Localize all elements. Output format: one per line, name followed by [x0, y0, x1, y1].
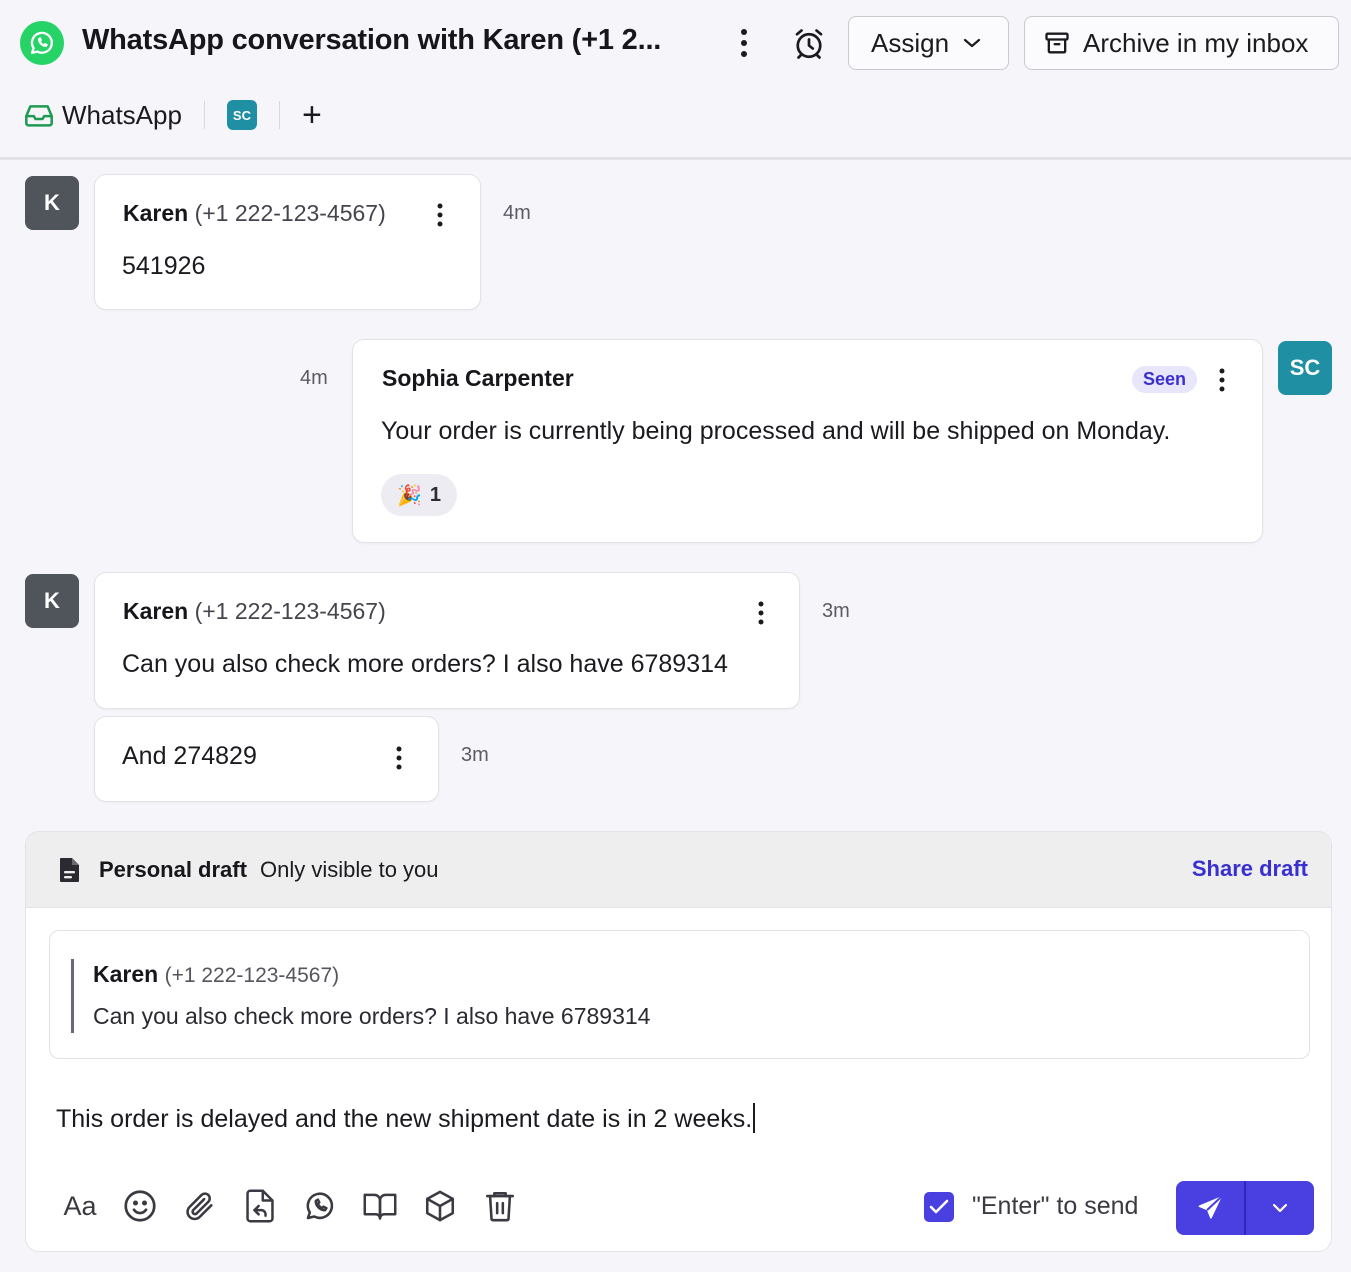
avatar: K	[25, 574, 79, 628]
draft-header: Personal draft Only visible to you Share…	[26, 832, 1331, 908]
order-lookup-button[interactable]	[410, 1184, 470, 1228]
draft-composer: Personal draft Only visible to you Share…	[25, 831, 1332, 1252]
open-book-icon	[363, 1193, 397, 1220]
trash-icon	[485, 1191, 515, 1222]
archive-button[interactable]: Archive in my inbox	[1024, 16, 1339, 70]
add-tag-button[interactable]: +	[302, 98, 322, 132]
assign-button-label: Assign	[871, 27, 950, 58]
quoted-message: Karen (+1 222-123-4567) Can you also che…	[49, 930, 1310, 1059]
vertical-dots-icon	[741, 29, 747, 57]
whatsapp-template-button[interactable]	[290, 1184, 350, 1228]
document-icon	[58, 856, 82, 884]
sender-name: Karen	[123, 200, 189, 226]
party-popper-icon: 🎉	[396, 484, 422, 507]
message-bubble: Karen (+1 222-123-4567) Can you also che…	[94, 572, 800, 709]
message-options-button[interactable]	[1210, 363, 1234, 397]
sender-phone: (+1 222-123-4567)	[194, 598, 386, 624]
chevron-down-icon	[963, 38, 981, 48]
message-sender: Karen (+1 222-123-4567)	[123, 598, 386, 625]
seen-badge: Seen	[1132, 366, 1198, 393]
divider	[278, 101, 280, 129]
message-timestamp: 3m	[461, 744, 489, 766]
message-bubble: Sophia Carpenter Your order is currently…	[352, 339, 1263, 543]
paperclip-icon	[186, 1192, 213, 1221]
message-timestamp: 4m	[300, 367, 328, 389]
inbox-tag[interactable]: WhatsApp	[24, 100, 182, 131]
vertical-dots-icon	[396, 746, 402, 770]
message-options-button[interactable]	[749, 596, 773, 630]
reaction-count: 1	[429, 483, 442, 506]
discard-draft-button[interactable]	[470, 1184, 530, 1228]
quote-bar	[71, 959, 74, 1033]
message-sender: Karen (+1 222-123-4567)	[123, 200, 386, 227]
avatar: SC	[1278, 341, 1332, 395]
draft-body: This order is delayed and the new shipme…	[56, 1105, 753, 1133]
quoted-sender: Karen (+1 222-123-4567)	[93, 961, 339, 988]
quoted-sender-phone: (+1 222-123-4567)	[164, 964, 340, 987]
message-text: And 274829	[122, 742, 257, 770]
conversation-header: WhatsApp conversation with Karen (+1 2..…	[0, 0, 1351, 160]
draft-visibility-note: Only visible to you	[260, 857, 439, 882]
assign-button[interactable]: Assign	[848, 16, 1009, 70]
text-format-button[interactable]: Aa	[50, 1184, 110, 1228]
sender-name: Karen	[123, 598, 189, 624]
quoted-text: Can you also check more orders? I also h…	[93, 1003, 651, 1029]
share-draft-link[interactable]: Share draft	[1192, 856, 1308, 882]
message-timestamp: 4m	[503, 202, 531, 224]
draft-title: Personal draft	[99, 857, 247, 882]
sender-phone: (+1 222-123-4567)	[194, 200, 386, 226]
vertical-dots-icon	[437, 203, 443, 227]
message-options-button[interactable]	[428, 198, 452, 232]
paper-plane-icon	[1198, 1196, 1222, 1219]
inbox-tray-icon	[25, 105, 53, 127]
message-text: Can you also check more orders? I also h…	[122, 650, 728, 678]
enter-to-send-label: "Enter" to send	[972, 1192, 1139, 1220]
send-button[interactable]	[1176, 1181, 1246, 1235]
vertical-dots-icon	[1219, 368, 1225, 392]
vertical-dots-icon	[758, 601, 764, 625]
whatsapp-logo-icon	[20, 21, 64, 65]
snooze-button[interactable]	[787, 22, 831, 66]
enter-to-send-checkbox[interactable]	[924, 1192, 954, 1222]
more-options-button[interactable]	[728, 26, 760, 60]
alarm-clock-icon	[795, 29, 823, 59]
knowledge-base-button[interactable]	[350, 1184, 410, 1228]
composer-toolbar: Aa	[50, 1184, 530, 1228]
divider	[203, 101, 205, 129]
attach-button[interactable]	[170, 1184, 230, 1228]
message-text: 541926	[122, 252, 206, 280]
send-button-group	[1176, 1181, 1314, 1235]
send-options-button[interactable]	[1246, 1181, 1314, 1235]
assignee-avatar[interactable]: SC	[226, 100, 257, 130]
file-reply-icon	[246, 1189, 274, 1223]
archive-button-label: Archive in my inbox	[1083, 27, 1309, 58]
message-bubble: Karen (+1 222-123-4567) 541926	[94, 174, 481, 310]
inbox-tag-label: WhatsApp	[62, 99, 182, 130]
smiley-icon	[124, 1190, 156, 1222]
emoji-button[interactable]	[110, 1184, 170, 1228]
reaction-pill[interactable]: 🎉 1	[381, 474, 457, 516]
message-options-button[interactable]	[387, 741, 411, 775]
archive-box-icon	[1045, 32, 1069, 54]
checkmark-icon	[929, 1199, 949, 1214]
avatar: K	[25, 176, 79, 230]
text-format-label: Aa	[63, 1190, 97, 1221]
insert-template-button[interactable]	[230, 1184, 290, 1228]
message-text: Your order is currently being processed …	[381, 417, 1171, 445]
quoted-sender-name: Karen	[93, 961, 159, 987]
conversation-title: WhatsApp conversation with Karen (+1 2..…	[82, 24, 662, 56]
message-bubble: And 274829	[94, 716, 439, 802]
draft-text-editor[interactable]: This order is delayed and the new shipme…	[56, 1103, 756, 1134]
text-cursor	[753, 1103, 756, 1133]
chevron-down-icon	[1272, 1203, 1288, 1213]
channel-row: WhatsApp SC +	[24, 94, 322, 136]
cube-icon	[425, 1190, 455, 1222]
message-timestamp: 3m	[822, 600, 850, 622]
whatsapp-icon	[306, 1192, 334, 1220]
sender-name: Sophia Carpenter	[382, 365, 574, 391]
